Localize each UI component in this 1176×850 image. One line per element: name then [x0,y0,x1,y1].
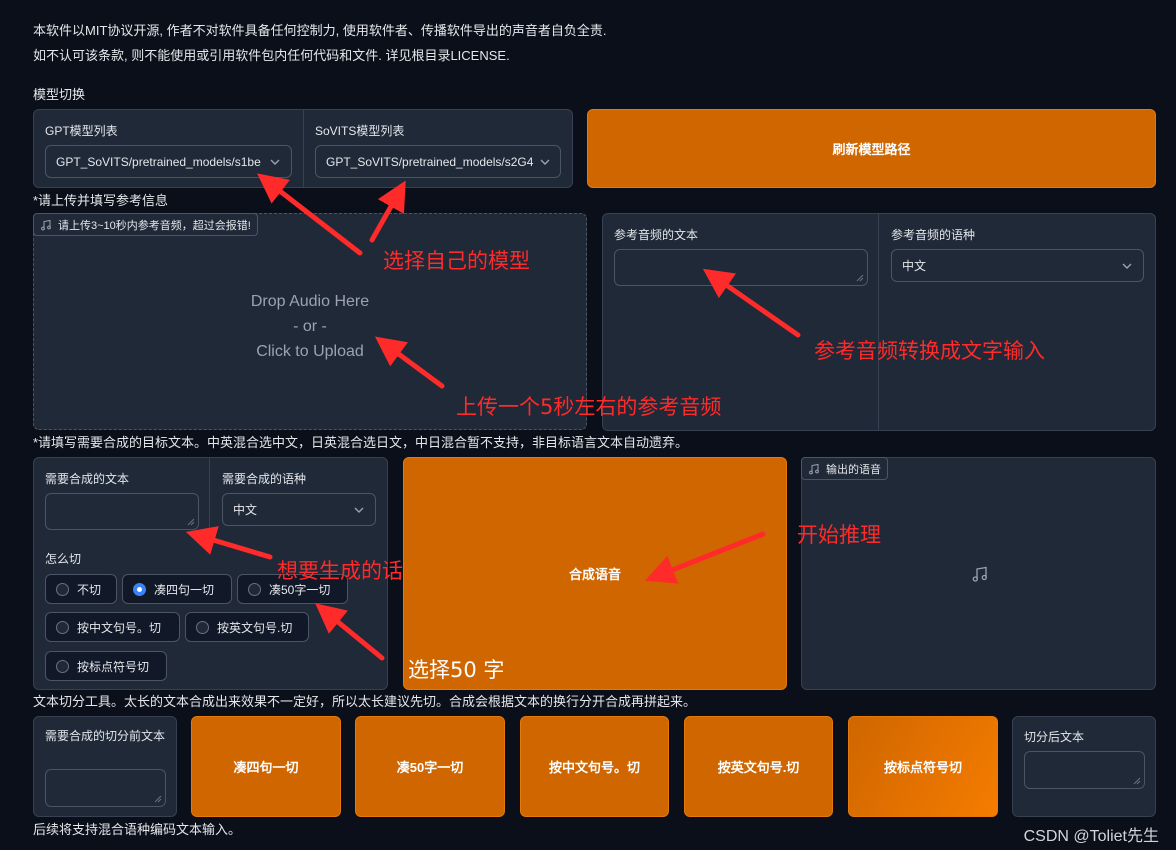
model-select-panel: GPT模型列表 GPT_SoVITS/pretrained_models/s1b… [33,109,573,188]
split-output-panel: 切分后文本 [1012,716,1156,817]
disclaimer-line-2: 如不认可该条款, 则不能使用或引用软件包内任何代码和文件. 详见根目录LICEN… [33,48,510,63]
model-switch-title: 模型切换 [33,87,86,102]
click-upload-line: Click to Upload [256,343,364,360]
panel-divider [878,214,879,430]
cut-option-label: 不切 [77,582,102,597]
split-input-textarea[interactable] [45,769,166,807]
cut-option-none[interactable]: 不切 [45,574,117,604]
chevron-down-icon [270,159,280,165]
resize-grip-icon [154,795,162,803]
upload-audio-tag: 请上传3~10秒内参考音频，超过会报错! [33,213,258,236]
cut-method-label: 怎么切 [45,552,82,566]
ref-lang-select[interactable]: 中文 [891,249,1144,282]
split-four-sentences-button[interactable]: 凑四句一切 [191,716,341,817]
ref-lang-value: 中文 [902,259,927,273]
annotation-start-infer: 开始推理 [797,523,881,547]
output-audio-tag: 输出的语音 [801,457,888,480]
ref-lang-label: 参考音频的语种 [891,228,976,242]
cut-option-label: 按英文句号.切 [217,620,293,635]
chevron-down-icon [1122,263,1132,269]
gpt-model-select[interactable]: GPT_SoVITS/pretrained_models/s1be [45,145,292,178]
sovits-model-label: SoVITS模型列表 [315,124,405,138]
target-lang-value: 中文 [233,503,258,517]
footer-note: 后续将支持混合语种编码文本输入。 [33,822,242,837]
cut-option-label: 按标点符号切 [77,659,150,674]
cut-option-four-sentences[interactable]: 凑四句一切 [122,574,232,604]
chevron-down-icon [540,159,550,165]
radio-circle-icon [248,582,261,596]
music-note-icon [41,219,51,230]
split-punctuation-button[interactable]: 按标点符号切 [848,716,998,817]
resize-grip-icon [1133,777,1141,785]
gpt-model-label: GPT模型列表 [45,124,118,138]
refresh-models-button[interactable]: 刷新模型路径 [587,109,1156,188]
target-text-label: 需要合成的文本 [45,472,130,486]
drop-audio-prompt: Drop Audio Here - or - Click to Upload [34,289,586,364]
disclaimer-line-1: 本软件以MIT协议开源, 作者不对软件具备任何控制力, 使用软件者、传播软件导出… [33,23,607,38]
resize-grip-icon [187,518,195,526]
target-text-input[interactable] [45,493,199,530]
sovits-model-select[interactable]: GPT_SoVITS/pretrained_models/s2G4 [315,145,561,178]
split-input-panel: 需要合成的切分前文本 [33,716,177,817]
drop-audio-line: Drop Audio Here [250,293,370,310]
radio-circle-icon [196,620,209,634]
panel-divider [209,458,210,538]
cut-option-punctuation[interactable]: 按标点符号切 [45,651,167,681]
panel-divider [303,110,304,187]
target-lang-label: 需要合成的语种 [222,472,307,486]
radio-selected-icon [133,582,146,596]
radio-circle-icon [56,620,69,634]
annotation-target-text: 想要生成的话 [277,559,403,583]
split-output-textarea[interactable] [1024,751,1145,789]
split-output-label: 切分后文本 [1024,730,1085,744]
annotation-upload-audio: 上传一个5秒左右的参考音频 [456,395,722,419]
target-title: *请填写需要合成的目标文本。中英混合选中文，日英混合选日文，中日混合暂不支持，非… [33,435,689,450]
cut-option-label: 凑四句一切 [154,582,215,597]
radio-circle-icon [56,659,69,673]
cut-option-label: 按中文句号。切 [77,620,162,635]
cut-option-en-period[interactable]: 按英文句号.切 [185,612,309,642]
chevron-down-icon [354,507,364,513]
annotation-choose-cut: 选择50 字 [408,658,505,682]
split-cn-period-button[interactable]: 按中文句号。切 [520,716,669,817]
music-note-icon [809,463,819,474]
resize-grip-icon [856,274,864,282]
drop-or-line: - or - [293,318,327,335]
output-audio-panel: 输出的语音 [801,457,1156,690]
annotation-ref-text: 参考音频转换成文字输入 [814,339,1045,363]
split-input-label: 需要合成的切分前文本 [45,729,166,743]
split-en-period-button[interactable]: 按英文句号.切 [684,716,833,817]
cut-option-cn-period[interactable]: 按中文句号。切 [45,612,180,642]
gpt-model-value: GPT_SoVITS/pretrained_models/s1be [56,154,261,169]
music-note-icon [972,566,987,582]
radio-circle-icon [56,582,69,596]
target-lang-select[interactable]: 中文 [222,493,376,526]
sovits-model-value: GPT_SoVITS/pretrained_models/s2G4 [326,154,534,169]
split-tool-title: 文本切分工具。太长的文本合成出来效果不一定好，所以太长建议先切。合成会根据文本的… [33,694,697,709]
csdn-watermark: CSDN @Toliet先生 [1023,828,1159,845]
reference-title: *请上传并填写参考信息 [33,193,169,208]
output-audio-tag-label: 输出的语音 [826,463,881,476]
ref-text-label: 参考音频的文本 [614,228,699,242]
annotation-select-model: 选择自己的模型 [383,249,530,273]
upload-audio-tag-label: 请上传3~10秒内参考音频，超过会报错! [58,219,251,232]
ref-text-input[interactable] [614,249,868,286]
split-50-chars-button[interactable]: 凑50字一切 [355,716,505,817]
